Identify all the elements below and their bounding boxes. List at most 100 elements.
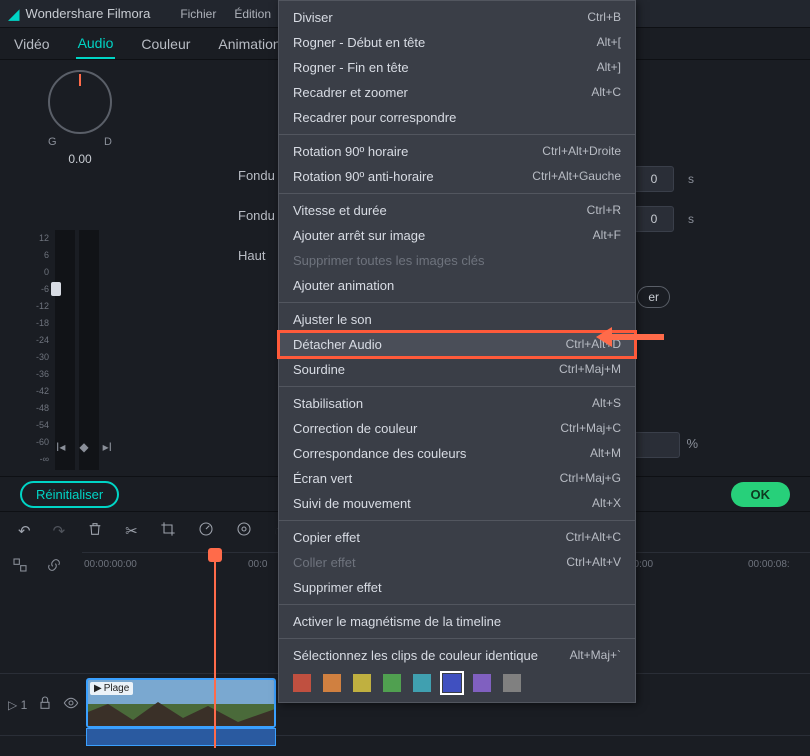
color-swatch[interactable] <box>353 674 371 692</box>
ctx-item[interactable]: Ajuster le son <box>279 307 635 332</box>
ctx-label: Vitesse et durée <box>293 202 387 219</box>
color-swatch[interactable] <box>413 674 431 692</box>
fade-out-unit: s <box>688 212 694 226</box>
menu-file[interactable]: Fichier <box>180 7 216 21</box>
ctx-item[interactable]: Rotation 90º horaire Ctrl+Alt+Droite <box>279 139 635 164</box>
label-haut: Haut <box>238 248 275 288</box>
ctx-item[interactable]: Copier effetCtrl+Alt+C <box>279 525 635 550</box>
ctx-label: Rogner - Début en tête <box>293 34 425 51</box>
ctx-label: Rotation 90º horaire <box>293 143 408 160</box>
audio-clip[interactable] <box>86 728 276 746</box>
ctx-label: Copier effet <box>293 529 360 546</box>
reset-button[interactable]: Réinitialiser <box>20 481 119 508</box>
ctx-item[interactable]: Rotation 90º anti-horaireCtrl+Alt+Gauche <box>279 164 635 189</box>
tab-animation[interactable]: Animation <box>216 30 282 58</box>
ctx-label: Activer le magnétisme de la timeline <box>293 613 501 630</box>
ctx-item[interactable]: Recadrer et zoomerAlt+C <box>279 80 635 105</box>
ctx-label: Suivi de mouvement <box>293 495 411 512</box>
visibility-icon[interactable] <box>63 695 79 714</box>
ctx-item[interactable]: Ajouter arrêt sur imageAlt+F <box>279 223 635 248</box>
lock-icon[interactable] <box>37 695 53 714</box>
tab-color[interactable]: Couleur <box>139 30 192 58</box>
ctx-label: Supprimer effet <box>293 579 382 596</box>
meter-scale: 1260-6-12-18-24-30-36-42-48-54-60-∞ <box>36 230 49 468</box>
menu-edit[interactable]: Édition <box>234 7 271 21</box>
ctx-shortcut: Ctrl+Alt+Droite <box>542 143 621 160</box>
ctx-shortcut: Alt+M <box>590 445 621 462</box>
ctx-label: Coller effet <box>293 554 356 571</box>
ctx-item[interactable]: Vitesse et durée Ctrl+R <box>279 198 635 223</box>
ctx-shortcut: Ctrl+Alt+Gauche <box>532 168 621 185</box>
pct-input[interactable] <box>630 432 680 458</box>
pct-unit: % <box>686 436 698 451</box>
ctx-label: Stabilisation <box>293 395 363 412</box>
tab-audio[interactable]: Audio <box>76 29 116 59</box>
color-swatch[interactable] <box>443 674 461 692</box>
speed-icon[interactable] <box>198 521 214 541</box>
fade-out-input[interactable] <box>634 206 674 232</box>
volume-knob[interactable] <box>51 282 61 296</box>
tab-video[interactable]: Vidéo <box>12 30 52 58</box>
track-label: ▷ 1 <box>8 698 27 712</box>
ctx-item[interactable]: Ajouter animation <box>279 273 635 298</box>
ctx-shortcut: Ctrl+R <box>587 202 621 219</box>
ctx-item: Supprimer toutes les images clés <box>279 248 635 273</box>
crop-icon[interactable] <box>160 521 176 541</box>
playhead[interactable] <box>214 548 216 748</box>
ctx-shortcut: Ctrl+Alt+V <box>566 554 621 571</box>
color-icon[interactable] <box>236 521 252 541</box>
ctx-item[interactable]: Supprimer effet <box>279 575 635 600</box>
undo-icon[interactable]: ↶ <box>18 522 31 540</box>
ctx-shortcut: Alt+[ <box>597 34 621 51</box>
ctx-label: Détacher Audio <box>293 336 382 353</box>
meter-bar-left[interactable] <box>55 230 75 470</box>
ctx-item[interactable]: Détacher AudioCtrl+Alt+D <box>279 332 635 357</box>
ctx-item[interactable]: DiviserCtrl+B <box>279 5 635 30</box>
ctx-shortcut: Alt+Maj+` <box>570 647 621 664</box>
ok-button[interactable]: OK <box>731 482 791 507</box>
next-keyframe-icon[interactable]: ▸I <box>103 440 112 454</box>
color-swatch[interactable] <box>383 674 401 692</box>
ctx-item[interactable]: Correction de couleurCtrl+Maj+C <box>279 416 635 441</box>
ctx-label: Ajuster le son <box>293 311 372 328</box>
redo-icon[interactable]: ↷ <box>53 522 66 540</box>
ctx-item[interactable]: Recadrer pour correspondre <box>279 105 635 130</box>
ctx-label: Rogner - Fin en tête <box>293 59 409 76</box>
ctx-item[interactable]: Rogner - Début en tête Alt+[ <box>279 30 635 55</box>
ctx-label: Correspondance des couleurs <box>293 445 466 462</box>
split-icon[interactable]: ✂ <box>125 522 138 540</box>
annotation-arrow <box>610 334 664 340</box>
keyframe-icon[interactable]: ◆ <box>79 440 88 454</box>
prev-keyframe-icon[interactable]: I◂ <box>56 440 65 454</box>
link-icon[interactable] <box>46 557 62 576</box>
ctx-label: Recadrer et zoomer <box>293 84 408 101</box>
ctx-item[interactable]: Écran vertCtrl+Maj+G <box>279 466 635 491</box>
ctx-label: Sourdine <box>293 361 345 378</box>
ctx-shortcut: Alt+F <box>593 227 621 244</box>
ctx-item[interactable]: Activer le magnétisme de la timeline <box>279 609 635 634</box>
color-swatch[interactable] <box>323 674 341 692</box>
ctx-label: Ajouter animation <box>293 277 394 294</box>
timeline-options <box>0 552 74 580</box>
delete-icon[interactable] <box>87 521 103 541</box>
color-swatch[interactable] <box>293 674 311 692</box>
dial-left-label: G <box>48 136 57 148</box>
video-clip[interactable]: ▶Plage <box>86 678 276 728</box>
ctx-label: Correction de couleur <box>293 420 417 437</box>
ctx-item[interactable]: StabilisationAlt+S <box>279 391 635 416</box>
pill-button[interactable]: er <box>637 286 670 308</box>
timeline-opt1-icon[interactable] <box>12 557 28 576</box>
ctx-item[interactable]: Suivi de mouvementAlt+X <box>279 491 635 516</box>
ctx-shortcut: Ctrl+Maj+M <box>559 361 621 378</box>
ctx-item[interactable]: Sélectionnez les clips de couleur identi… <box>279 643 635 668</box>
fade-in-input[interactable] <box>634 166 674 192</box>
ctx-label: Écran vert <box>293 470 352 487</box>
clip-name: Plage <box>104 683 130 694</box>
ctx-item[interactable]: Correspondance des couleurs Alt+M <box>279 441 635 466</box>
color-swatch[interactable] <box>473 674 491 692</box>
color-swatch[interactable] <box>503 674 521 692</box>
ctx-item[interactable]: Rogner - Fin en têteAlt+] <box>279 55 635 80</box>
balance-dial[interactable]: GD 0.00 <box>48 70 112 166</box>
meter-bar-right[interactable] <box>79 230 99 470</box>
ctx-item[interactable]: Sourdine Ctrl+Maj+M <box>279 357 635 382</box>
